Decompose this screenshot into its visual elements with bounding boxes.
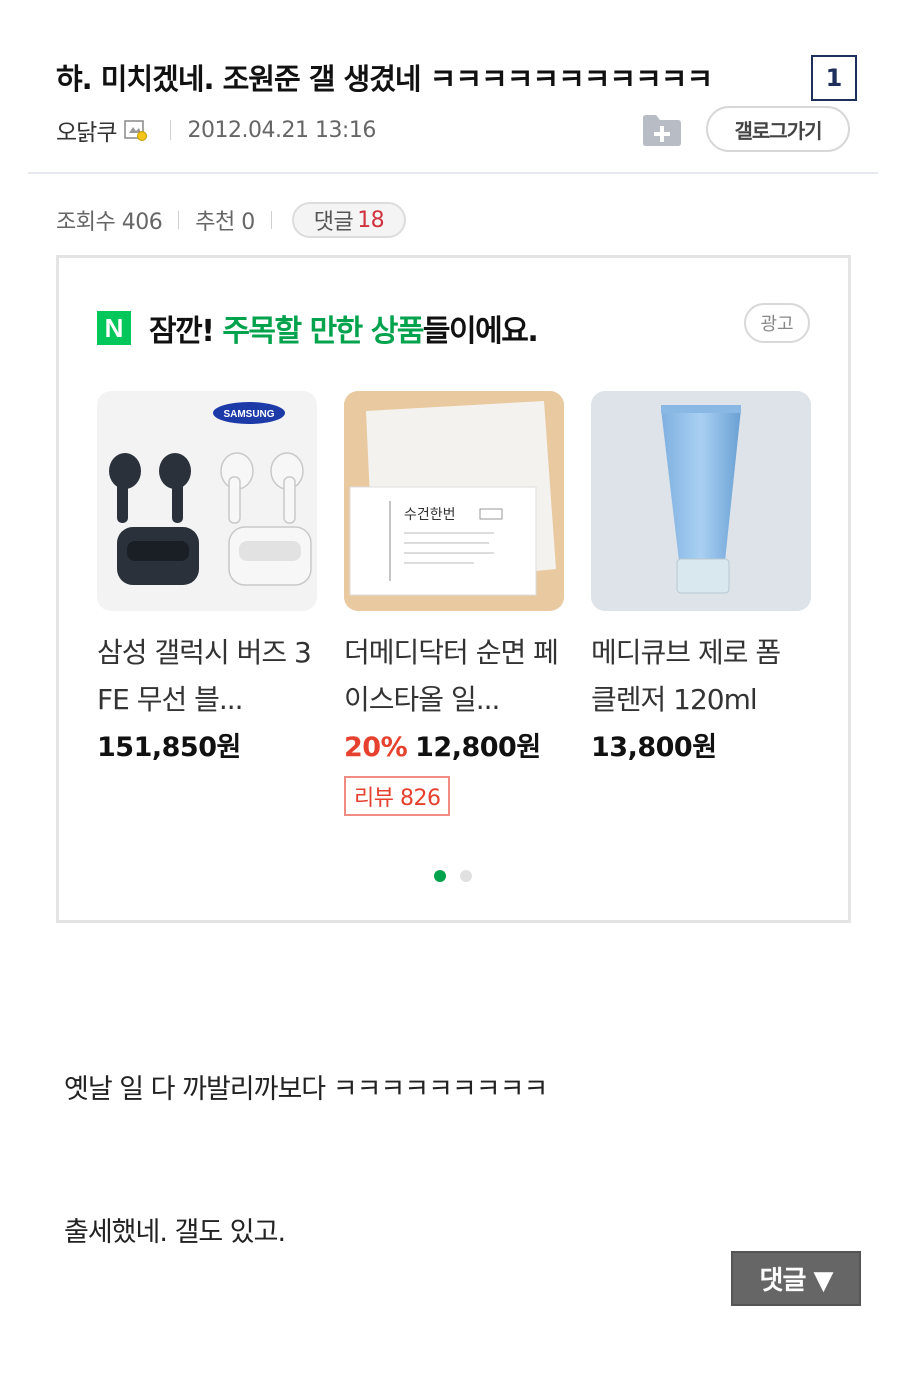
product-name[interactable]: 삼성 갤럭시 버즈 3 FE 무선 블...: [97, 629, 317, 723]
product-card[interactable]: 메디큐브 제로 폼 클렌저 120ml 13,800원: [591, 391, 811, 764]
product-name[interactable]: 메디큐브 제로 폼 클렌저 120ml: [591, 629, 811, 723]
post-body-line: 출세했네. 갤도 있고.: [64, 1217, 286, 1248]
carousel-indicator[interactable]: [434, 870, 486, 882]
post-stats: 조회수 406 추천 0 댓글 18: [56, 202, 407, 238]
samsung-logo: SAMSUNG: [223, 409, 274, 420]
member-level-icon: [124, 118, 148, 142]
price-value: 151,850원: [97, 732, 241, 763]
price-value: 12,800원: [415, 732, 541, 763]
ad-headline-prefix: 잠깐!: [149, 314, 223, 349]
meta-separator: [170, 120, 172, 140]
ad-badge[interactable]: 광고: [744, 303, 810, 343]
gallog-button[interactable]: 갤로그가기: [706, 106, 850, 152]
review-count-badge: 리뷰 826: [344, 776, 451, 816]
earbuds-image[interactable]: SAMSUNG: [97, 391, 317, 611]
naver-logo: N: [97, 311, 131, 345]
ad-headline-highlight: 주목할 만한 상품: [222, 314, 424, 349]
ad-header: N 잠깐! 주목할 만한 상품들이에요.: [97, 306, 539, 350]
add-folder-icon[interactable]: [641, 112, 683, 148]
comment-toggle-button[interactable]: 댓글 ▼: [731, 1251, 861, 1306]
post-title: 햐. 미치겠네. 조원준 갤 생겼네 ㅋㅋㅋㅋㅋㅋㅋㅋㅋㅋㅋ: [56, 62, 713, 96]
product-price: 20% 12,800원: [344, 725, 564, 764]
product-name[interactable]: 더메디닥터 순면 페이스타올 일...: [344, 629, 564, 723]
product-price: 13,800원: [591, 725, 811, 764]
header-divider: [28, 172, 878, 174]
recommend-count: 추천 0: [195, 210, 255, 235]
cleanser-tube-image[interactable]: [591, 391, 811, 611]
author-name[interactable]: 오닭쿠: [56, 113, 117, 147]
carousel-dot-active[interactable]: [434, 870, 446, 882]
ad-headline-suffix: 들이에요.: [422, 314, 539, 349]
view-count: 조회수 406: [56, 210, 163, 235]
page-number-badge: 1: [811, 55, 857, 101]
comment-label: 댓글: [313, 210, 354, 235]
stat-separator: [270, 211, 272, 229]
face-towel-image[interactable]: 수건한번: [344, 391, 564, 611]
post-meta: 오닭쿠 2012.04.21 13:16: [56, 113, 376, 147]
post-body-line: 옛날 일 다 까발리까보다 ㅋㅋㅋㅋㅋㅋㅋㅋㅋ: [64, 1074, 548, 1105]
price-value: 13,800원: [591, 732, 717, 763]
ad-headline: 잠깐! 주목할 만한 상품들이에요.: [149, 306, 539, 350]
product-card[interactable]: SAMSUNG 삼성 갤럭시 버즈 3 FE 무선 블... 151,850원: [97, 391, 317, 764]
product-card[interactable]: 수건한번 더메디닥터 순면 페이스타올 일... 20% 12,800원 리뷰 8…: [344, 391, 564, 816]
discount-rate: 20%: [344, 732, 408, 763]
post-date: 2012.04.21 13:16: [187, 117, 376, 143]
comment-count-button[interactable]: 댓글 18: [291, 202, 407, 238]
stat-separator: [178, 211, 180, 229]
comment-count: 18: [357, 207, 385, 233]
towel-box-label: 수건한번: [404, 507, 456, 523]
carousel-dot[interactable]: [460, 870, 472, 882]
product-price: 151,850원: [97, 725, 317, 764]
ad-product-widget: N 잠깐! 주목할 만한 상품들이에요. 광고 SAMSUNG 삼성 갤럭시 버…: [56, 255, 851, 923]
